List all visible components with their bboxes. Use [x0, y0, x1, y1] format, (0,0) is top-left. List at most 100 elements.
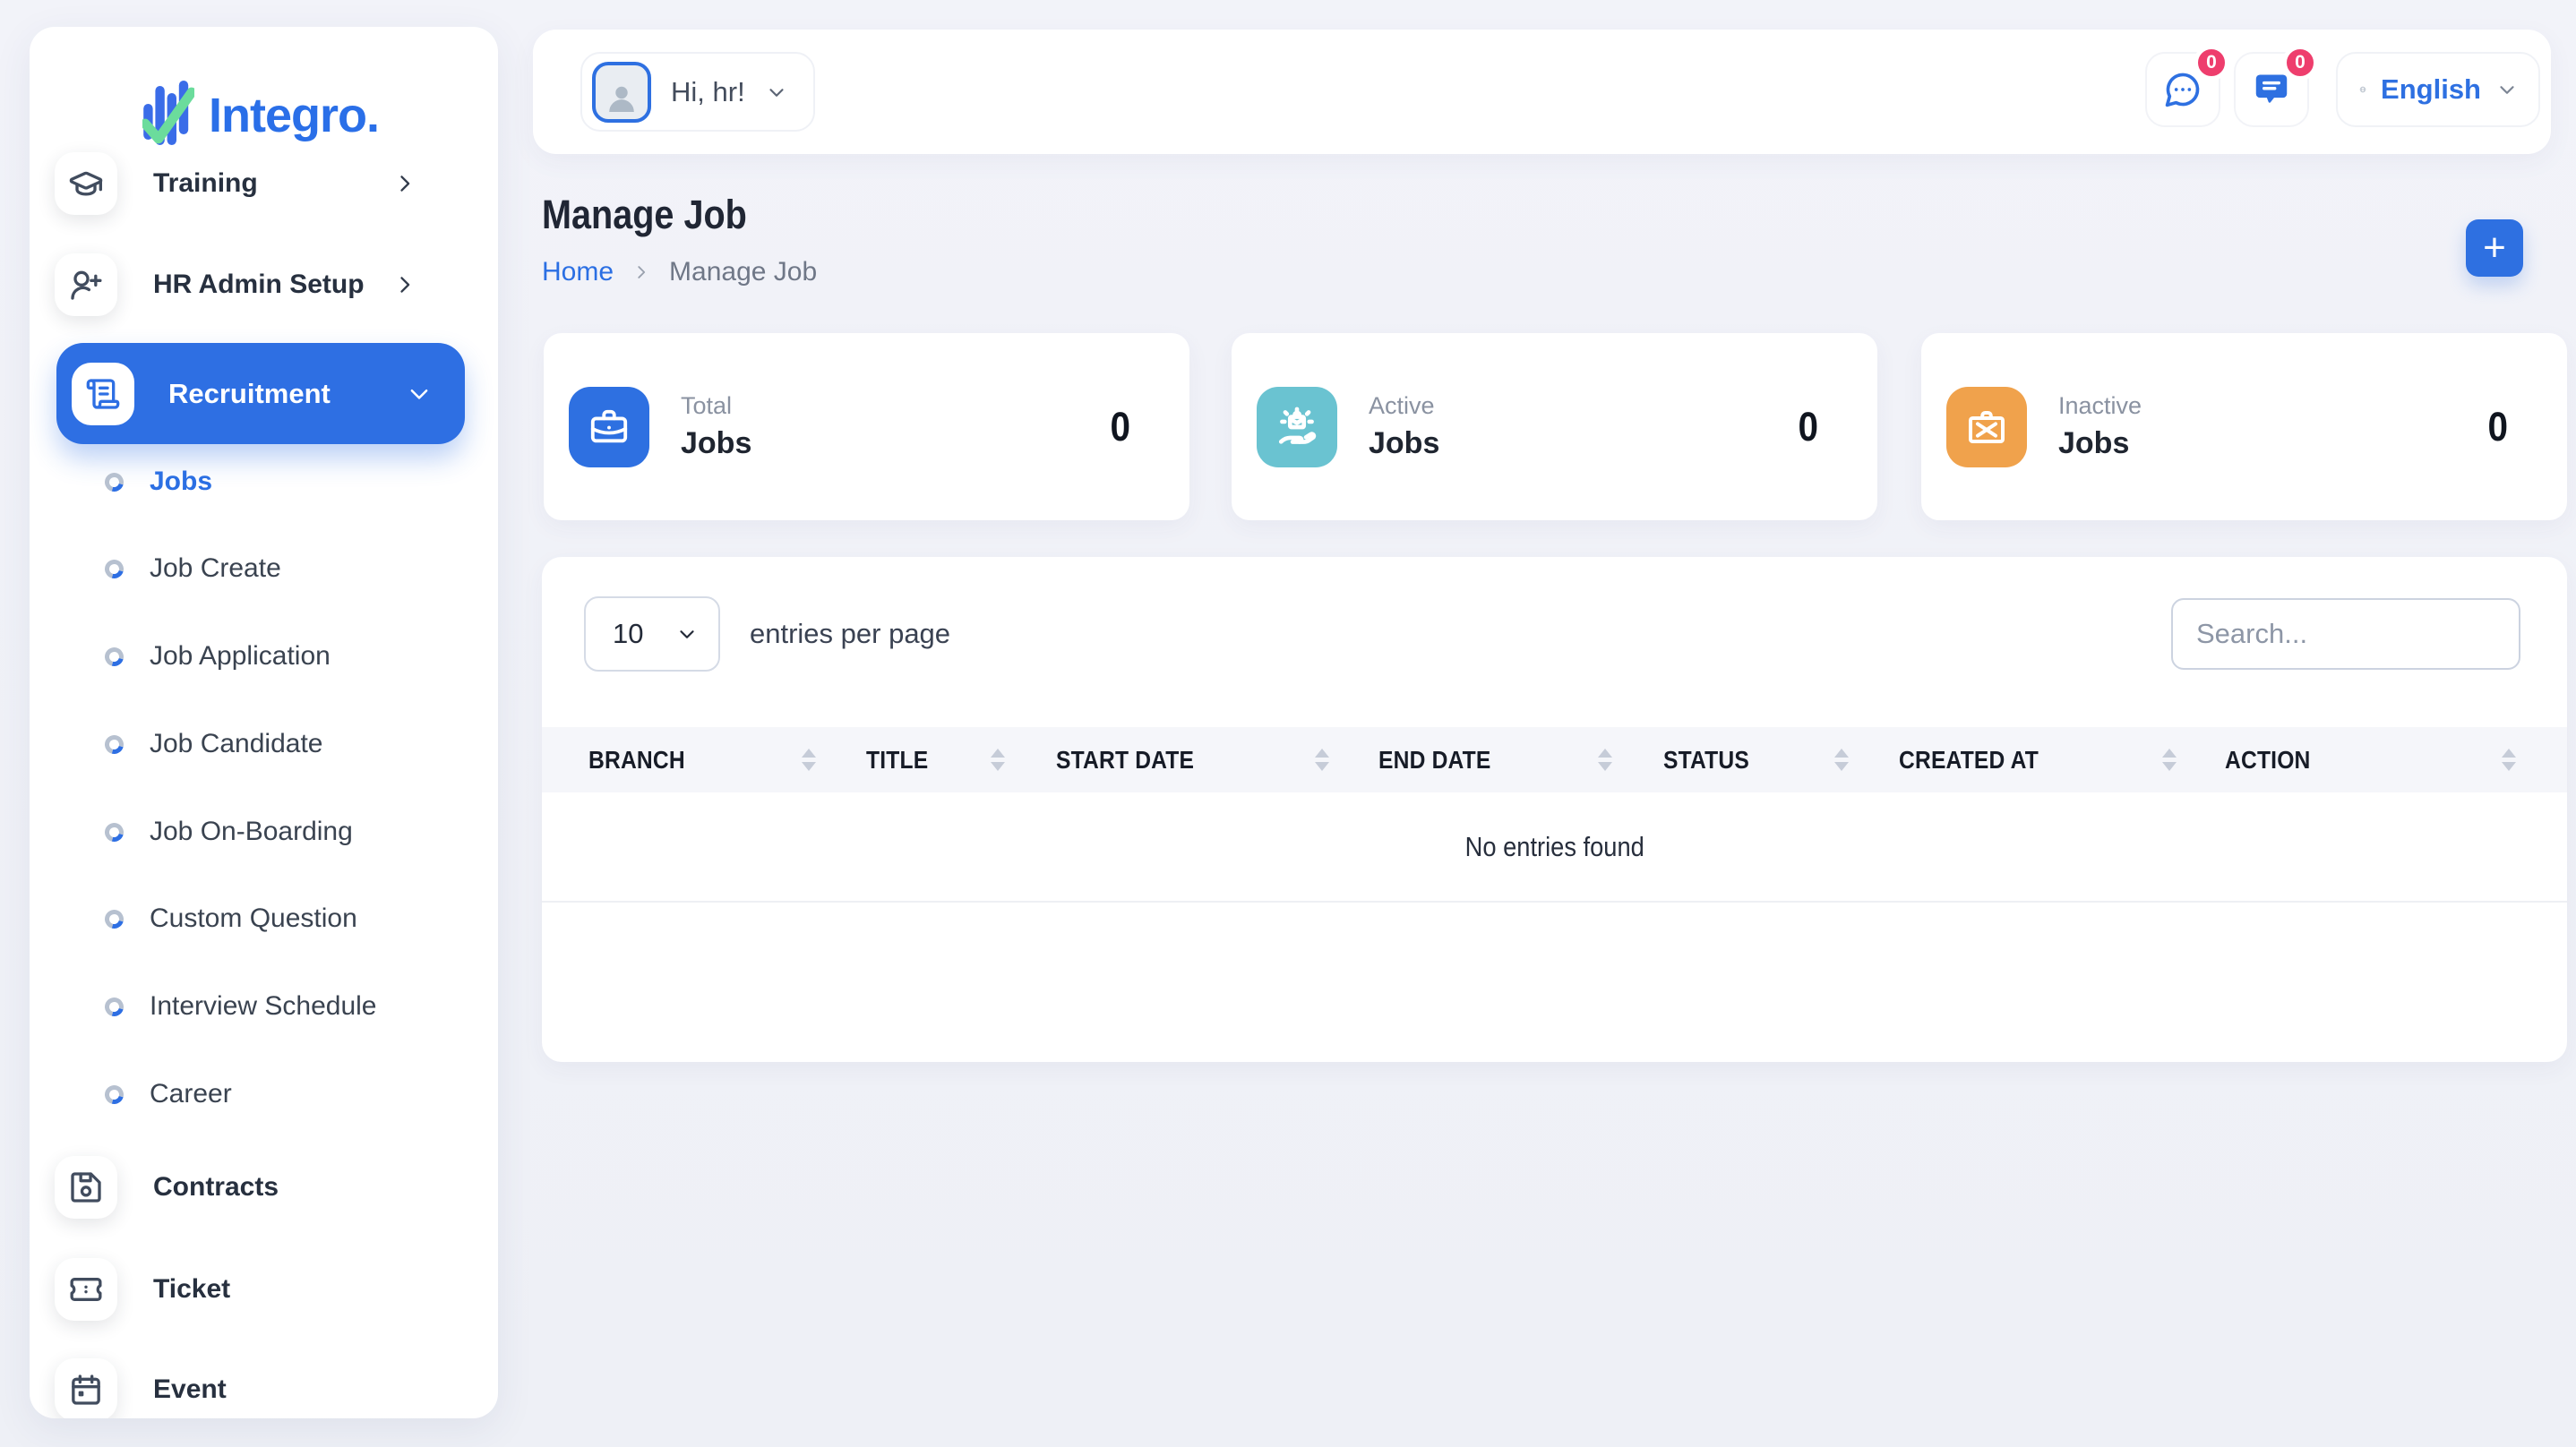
chat-button[interactable]: 0: [2145, 52, 2220, 127]
sort-toggle-icon[interactable]: [1315, 727, 1329, 792]
search-input[interactable]: [2171, 598, 2520, 670]
calendar-icon: [55, 1358, 117, 1418]
entries-per-page-value: 10: [613, 618, 643, 650]
sidebar-item-hr-admin-setup[interactable]: HR Admin Setup: [55, 253, 473, 316]
chevron-down-icon: [765, 81, 788, 104]
breadcrumb: Home Manage Job: [542, 257, 817, 287]
brand-logo-icon: [142, 79, 194, 152]
sidebar-item-training[interactable]: Training: [55, 152, 473, 215]
sidebar: Integro. Training HR Admin Setup Recruit…: [30, 27, 498, 1418]
sidebar-subitem-label: Custom Question: [150, 903, 357, 934]
sidebar-item-label: Event: [153, 1374, 227, 1405]
sort-toggle-icon[interactable]: [802, 727, 816, 792]
sort-toggle-icon[interactable]: [2162, 727, 2177, 792]
bullet-ring-icon: [101, 906, 127, 932]
stat-card-inactive-jobs: Inactive Jobs 0: [1921, 333, 2567, 520]
breadcrumb-current: Manage Job: [669, 257, 817, 287]
sort-toggle-icon[interactable]: [1834, 727, 1849, 792]
ticket-icon: [55, 1258, 117, 1321]
bullet-ring-icon: [101, 1082, 127, 1108]
user-plus-icon: [55, 253, 117, 316]
stat-value: 0: [1796, 404, 1877, 450]
add-job-button[interactable]: +: [2466, 219, 2523, 277]
breadcrumb-home-link[interactable]: Home: [542, 257, 614, 287]
table-header-row: BRANCH TITLE START DATE END DATE STATUS …: [542, 727, 2567, 792]
sidebar-subitem-job-onboarding[interactable]: Job On-Boarding: [55, 812, 473, 852]
chevron-down-icon: [406, 381, 433, 407]
bullet-ring-icon: [101, 819, 127, 845]
sidebar-subitem-label: Job Create: [150, 553, 281, 584]
sidebar-subitem-label: Interview Schedule: [150, 991, 376, 1022]
chevron-right-icon: [392, 171, 417, 196]
avatar: [592, 62, 651, 123]
column-header-status: STATUS: [1663, 727, 1761, 792]
stat-category: Active: [1369, 392, 1439, 420]
user-menu-button[interactable]: Hi, hr!: [580, 52, 815, 132]
sidebar-item-label: Training: [153, 168, 258, 199]
messages-button[interactable]: 0: [2234, 52, 2309, 127]
globe-icon: [2359, 71, 2366, 108]
sidebar-subitem-label: Career: [150, 1079, 232, 1109]
sidebar-subitem-career[interactable]: Career: [55, 1075, 473, 1114]
sidebar-item-label: Contracts: [153, 1172, 279, 1203]
sidebar-item-label: HR Admin Setup: [153, 270, 365, 300]
sidebar-item-event[interactable]: Event: [55, 1358, 473, 1418]
briefcase-x-icon: [1946, 387, 2027, 467]
page-title: Manage Job: [542, 192, 775, 238]
sidebar-subitem-label: Job Application: [150, 641, 331, 672]
chevron-down-icon: [675, 622, 699, 646]
chat-bubble-dots-icon: [2163, 70, 2202, 109]
empty-message: No entries found: [1464, 831, 1644, 863]
scroll-icon: [72, 363, 134, 425]
jobs-table-card: 10 entries per page BRANCH TITLE START D…: [542, 557, 2567, 1062]
sidebar-subitem-interview-schedule[interactable]: Interview Schedule: [55, 987, 473, 1026]
column-header-created-at: CREATED AT: [1899, 727, 2057, 792]
chevron-down-icon: [2495, 78, 2519, 101]
sidebar-subitem-label: Job Candidate: [150, 729, 322, 759]
bullet-ring-icon: [101, 732, 127, 758]
sidebar-item-recruitment[interactable]: Recruitment: [56, 343, 465, 444]
sidebar-item-contracts[interactable]: Contracts: [55, 1156, 473, 1219]
entries-per-page-select[interactable]: 10: [584, 596, 720, 672]
column-header-action: ACTION: [2225, 727, 2323, 792]
stat-label: Jobs: [681, 426, 751, 461]
sort-toggle-icon[interactable]: [2502, 727, 2516, 792]
sidebar-item-label: Recruitment: [168, 378, 331, 410]
sidebar-subitem-label: Jobs: [150, 467, 212, 497]
floppy-disk-icon: [55, 1156, 117, 1219]
bullet-ring-icon: [101, 556, 127, 582]
stat-category: Inactive: [2058, 392, 2142, 420]
language-selector[interactable]: English: [2336, 52, 2540, 127]
column-header-branch: BRANCH: [588, 727, 699, 792]
briefcase-icon: [569, 387, 649, 467]
message-square-icon: [2252, 70, 2291, 109]
sidebar-item-label: Ticket: [153, 1274, 230, 1305]
sidebar-item-ticket[interactable]: Ticket: [55, 1258, 473, 1321]
chevron-right-icon: [392, 272, 417, 297]
messages-badge: 0: [2282, 45, 2318, 81]
graduation-cap-icon: [55, 152, 117, 215]
chat-badge: 0: [2194, 45, 2229, 81]
sort-toggle-icon[interactable]: [1598, 727, 1612, 792]
topbar: Hi, hr! 0 0 English: [533, 30, 2551, 154]
user-greeting: Hi, hr!: [671, 76, 745, 108]
column-header-end-date: END DATE: [1378, 727, 1507, 792]
bullet-ring-icon: [101, 994, 127, 1020]
stat-card-total-jobs: Total Jobs 0: [544, 333, 1189, 520]
column-header-start-date: START DATE: [1056, 727, 1213, 792]
language-label: English: [2381, 73, 2481, 106]
briefcase-hand-icon: [1257, 387, 1337, 467]
stat-value: 0: [1108, 404, 1189, 450]
sidebar-subitem-custom-question[interactable]: Custom Question: [55, 899, 473, 938]
brand-logo: Integro.: [142, 79, 379, 152]
stat-value: 0: [2486, 404, 2567, 450]
sort-toggle-icon[interactable]: [991, 727, 1005, 792]
stat-label: Jobs: [2058, 426, 2142, 461]
stat-label: Jobs: [1369, 426, 1439, 461]
sidebar-subitem-jobs[interactable]: Jobs: [55, 462, 473, 501]
sidebar-subitem-job-candidate[interactable]: Job Candidate: [55, 724, 473, 764]
bullet-ring-icon: [101, 469, 127, 495]
sidebar-subitem-job-application[interactable]: Job Application: [55, 637, 473, 676]
sidebar-subitem-job-create[interactable]: Job Create: [55, 549, 473, 588]
stat-card-active-jobs: Active Jobs 0: [1232, 333, 1877, 520]
